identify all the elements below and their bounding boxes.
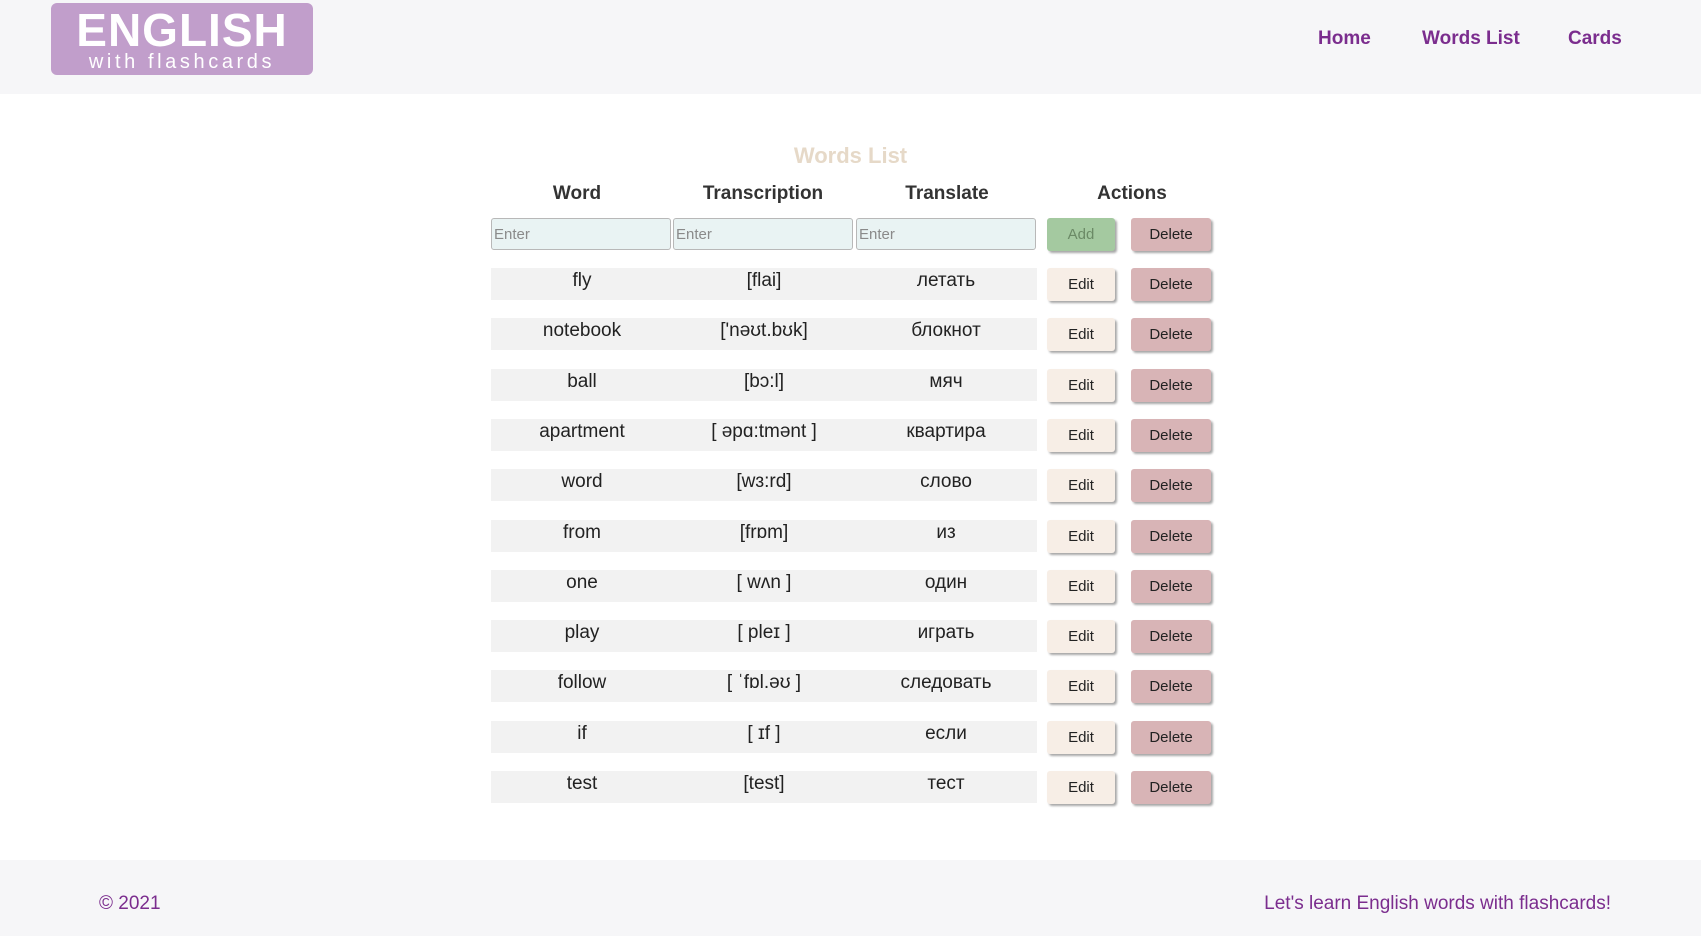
word-cell: play xyxy=(564,622,600,643)
edit-button[interactable]: Edit xyxy=(1047,771,1115,804)
translate-cell: квартира xyxy=(906,421,986,442)
word-cell: ball xyxy=(567,371,597,392)
delete-button[interactable]: Delete xyxy=(1131,520,1211,553)
column-header-word: Word xyxy=(552,183,602,204)
word-cell: apartment xyxy=(539,421,625,442)
transcription-cell: [bɔ:l] xyxy=(743,371,785,392)
site-logo[interactable]: ENGLISH with flashcards xyxy=(51,3,313,75)
transcription-cell: [ wʌn ] xyxy=(736,572,792,593)
delete-button[interactable]: Delete xyxy=(1131,570,1211,603)
transcription-cell: ['nəʊt.bʊk] xyxy=(720,320,808,341)
new-translate-input[interactable] xyxy=(856,218,1036,250)
word-cell: one xyxy=(566,572,598,593)
table-row: if [ ɪf ] если xyxy=(491,721,1037,753)
delete-button[interactable]: Delete xyxy=(1131,419,1211,452)
word-cell: fly xyxy=(572,270,592,291)
delete-button[interactable]: Delete xyxy=(1131,670,1211,703)
edit-button[interactable]: Edit xyxy=(1047,318,1115,351)
edit-button[interactable]: Edit xyxy=(1047,570,1115,603)
transcription-cell: [wɜ:rd] xyxy=(736,471,792,492)
edit-button[interactable]: Edit xyxy=(1047,469,1115,502)
column-header-translate: Translate xyxy=(905,183,989,204)
site-header: ENGLISH with flashcards Home Words List … xyxy=(0,0,1701,94)
column-header-transcription: Transcription xyxy=(702,183,824,204)
delete-button[interactable]: Delete xyxy=(1131,369,1211,402)
word-cell: if xyxy=(577,723,587,744)
transcription-cell: [ ˈfɒl.əʊ ] xyxy=(726,672,802,693)
nav-cards[interactable]: Cards xyxy=(1568,28,1622,50)
transcription-cell: [frɒm] xyxy=(739,522,789,543)
transcription-cell: [ ɪf ] xyxy=(747,723,781,744)
edit-button[interactable]: Edit xyxy=(1047,369,1115,402)
new-row-delete-button[interactable]: Delete xyxy=(1131,218,1211,251)
translate-cell: из xyxy=(936,522,956,543)
delete-button[interactable]: Delete xyxy=(1131,469,1211,502)
new-word-input[interactable] xyxy=(491,218,671,250)
table-row: from [frɒm] из xyxy=(491,520,1037,552)
transcription-cell: [ əpɑ:tmənt ] xyxy=(711,421,817,442)
delete-button[interactable]: Delete xyxy=(1131,620,1211,653)
footer-tagline: Let's learn English words with flashcard… xyxy=(1264,893,1611,914)
delete-button[interactable]: Delete xyxy=(1131,318,1211,351)
word-cell: test xyxy=(566,773,598,794)
nav-words-list[interactable]: Words List xyxy=(1422,28,1520,50)
edit-button[interactable]: Edit xyxy=(1047,520,1115,553)
translate-cell: тест xyxy=(927,773,965,794)
table-row: play [ pleɪ ] играть xyxy=(491,620,1037,652)
logo-subtitle: with flashcards xyxy=(88,51,276,73)
word-cell: word xyxy=(561,471,603,492)
delete-button[interactable]: Delete xyxy=(1131,721,1211,754)
table-row: ball [bɔ:l] мяч xyxy=(491,369,1037,401)
table-row: notebook ['nəʊt.bʊk] блокнот xyxy=(491,318,1037,350)
table-row: follow [ ˈfɒl.əʊ ] следовать xyxy=(491,670,1037,702)
translate-cell: летать xyxy=(916,270,976,291)
edit-button[interactable]: Edit xyxy=(1047,670,1115,703)
word-cell: follow xyxy=(557,672,607,693)
table-row: apartment [ əpɑ:tmənt ] квартира xyxy=(491,419,1037,451)
nav-home[interactable]: Home xyxy=(1318,28,1371,50)
table-row: word [wɜ:rd] слово xyxy=(491,469,1037,501)
edit-button[interactable]: Edit xyxy=(1047,268,1115,301)
edit-button[interactable]: Edit xyxy=(1047,419,1115,452)
new-transcription-input[interactable] xyxy=(673,218,853,250)
translate-cell: мяч xyxy=(929,371,963,392)
column-header-actions: Actions xyxy=(1097,183,1167,204)
add-button[interactable]: Add xyxy=(1047,218,1115,251)
delete-button[interactable]: Delete xyxy=(1131,771,1211,804)
edit-button[interactable]: Edit xyxy=(1047,620,1115,653)
translate-cell: один xyxy=(924,572,968,593)
word-cell: notebook xyxy=(542,320,622,341)
translate-cell: слово xyxy=(920,471,972,492)
logo-title: ENGLISH xyxy=(76,4,288,56)
transcription-cell: [flai] xyxy=(746,270,782,291)
table-row: fly [flai] летать xyxy=(491,268,1037,300)
edit-button[interactable]: Edit xyxy=(1047,721,1115,754)
transcription-cell: [ pleɪ ] xyxy=(737,622,791,643)
translate-cell: если xyxy=(925,723,967,744)
delete-button[interactable]: Delete xyxy=(1131,268,1211,301)
word-cell: from xyxy=(563,522,601,543)
table-row: test [test] тест xyxy=(491,771,1037,803)
translate-cell: играть xyxy=(917,622,975,643)
translate-cell: блокнот xyxy=(911,320,981,341)
translate-cell: следовать xyxy=(900,672,992,693)
page-title: Words List xyxy=(793,143,908,168)
transcription-cell: [test] xyxy=(743,773,785,794)
table-row: one [ wʌn ] один xyxy=(491,570,1037,602)
copyright-text: © 2021 xyxy=(99,893,161,914)
